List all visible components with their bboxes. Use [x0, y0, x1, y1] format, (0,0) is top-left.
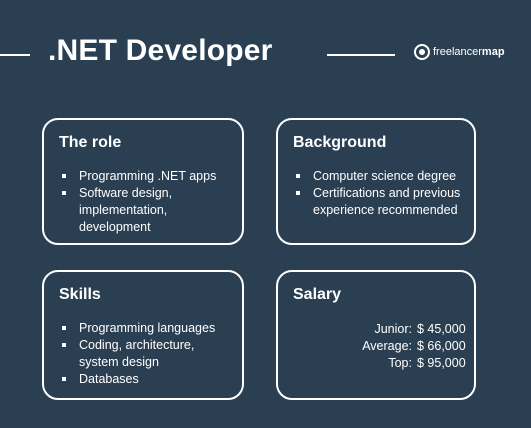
skills-heading: Skills [59, 286, 101, 303]
salary-table: Junior: $ 45,000 Average: $ 66,000 Top: … [278, 321, 474, 372]
salary-label: Average: [362, 339, 412, 353]
role-heading: The role [59, 134, 122, 151]
background-list: Computer science degree Certifications a… [293, 168, 464, 219]
role-item: Software design, implementation, develop… [59, 185, 232, 236]
background-item: Computer science degree [293, 168, 464, 185]
freelancermap-logo-icon [414, 44, 430, 60]
salary-label: Top: [388, 356, 412, 370]
salary-value: $ 66,000 [417, 339, 466, 353]
salary-value: $ 45,000 [417, 322, 466, 336]
background-heading: Background [293, 134, 387, 151]
skills-list: Programming languages Coding, architectu… [59, 320, 232, 388]
salary-value: $ 95,000 [417, 356, 466, 370]
background-card: Background Computer science degree Certi… [276, 118, 476, 245]
skills-item: Programming languages [59, 320, 232, 337]
salary-row: Top: $ 95,000 [278, 355, 474, 372]
skills-card: Skills Programming languages Coding, arc… [42, 270, 244, 400]
salary-row: Average: $ 66,000 [278, 338, 474, 355]
logo-text-regular: freelancer [433, 46, 482, 58]
role-list: Programming .NET apps Software design, i… [59, 168, 232, 236]
logo-wordmark: freelancermap [433, 44, 505, 60]
background-item: Certifications and previous experience r… [293, 185, 464, 219]
role-card: The role Programming .NET apps Software … [42, 118, 244, 245]
salary-row: Junior: $ 45,000 [278, 321, 474, 338]
skills-item: Coding, architecture, system design [59, 337, 232, 371]
salary-heading: Salary [293, 286, 342, 303]
title-left-rule [0, 54, 30, 56]
page-title: .NET Developer [48, 34, 273, 67]
role-item: Programming .NET apps [59, 168, 232, 185]
skills-item: Databases [59, 371, 232, 388]
logo-text-bold: map [481, 46, 505, 58]
freelancermap-logo: freelancermap [414, 44, 505, 60]
title-right-rule [327, 54, 395, 56]
salary-label: Junior: [374, 322, 412, 336]
salary-card: Salary Junior: $ 45,000 Average: $ 66,00… [276, 270, 476, 400]
